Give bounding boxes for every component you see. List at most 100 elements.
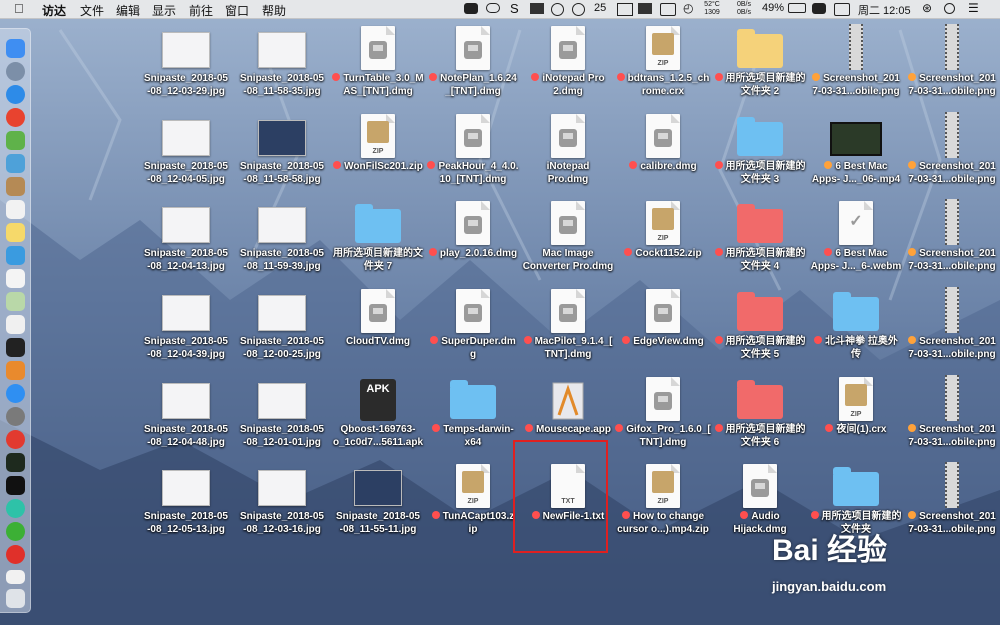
desktop-file-item[interactable]: PeakHour_4_4.0. 10_[TNT].dmg [425,110,521,196]
input-method-icon[interactable] [834,3,850,16]
desktop-file-item[interactable]: 用所选项目新建的 文件夹 2 [712,22,808,108]
desktop-file-item[interactable]: Snipaste_2018-05 -08_12-04-48.jpg [138,373,234,459]
desktop-file-item[interactable]: TurnTable_3.0_M AS_[TNT].dmg [330,22,426,108]
system-preferences-dock-icon[interactable] [6,407,25,426]
desktop-file-item[interactable]: Screenshot_201 7-03-31...obile.png [808,22,904,108]
desktop-file-item[interactable]: ZIP WonFilSc201.zip [330,110,426,196]
textedit-dock-icon[interactable] [6,269,25,288]
desktop-file-item[interactable]: 用所选项目新建的 文件夹 6 [712,373,808,459]
desktop-file-item[interactable]: Snipaste_2018-05 -08_12-04-13.jpg [138,197,234,283]
desktop-file-item[interactable]: Snipaste_2018-05 -08_12-04-39.jpg [138,285,234,371]
desktop-file-item[interactable]: 用所选项目新建的文 件夹 7 [330,197,426,283]
wifi-icon[interactable]: ◴ [683,1,697,15]
desktop-file-item[interactable]: MacPilot_9.1.4_[ TNT].dmg [520,285,616,371]
desktop-file-item[interactable]: NotePlan_1.6.24 _[TNT].dmg [425,22,521,108]
glasses-icon[interactable] [486,3,500,13]
search-app-dock-icon[interactable] [6,246,25,265]
launchpad-dock-icon[interactable] [6,62,25,81]
desktop-file-item[interactable]: Snipaste_2018-05 -08_12-05-13.jpg [138,460,234,546]
desktop-file-item[interactable]: ZIP How to change cursor o...).mp4.zip [615,460,711,546]
calendar-dock-icon[interactable] [6,200,25,219]
menu-app-finder[interactable]: 访达 [42,2,66,19]
desktop-file-item[interactable]: 6 Best Mac Apps- J..._06-.mp4 [808,110,904,196]
desktop-file-item[interactable]: Snipaste_2018-05 -08_12-04-05.jpg [138,110,234,196]
status-app-icon[interactable] [464,3,478,14]
desktop-file-item[interactable]: calibre.dmg [615,110,711,196]
desktop-file-item[interactable]: iNotepad Pro 2.dmg [520,22,616,108]
desktop-file-item[interactable]: Snipaste_2018-05 -08_12-03-29.jpg [138,22,234,108]
desktop-file-item[interactable]: ZIP bdtrans_1.2.5_ch rome.crx [615,22,711,108]
activity-monitor-dock-icon[interactable] [6,453,25,472]
desktop-file-item[interactable]: 用所选项目新建的 文件夹 5 [712,285,808,371]
desktop-file-item[interactable]: SuperDuper.dm g [425,285,521,371]
desktop-file-item[interactable]: Snipaste_2018-05 -08_12-03-16.jpg [234,460,330,546]
desktop-file-item[interactable]: ZIP 夜间(1).crx [808,373,904,459]
books-dock-icon[interactable] [6,361,25,380]
desktop-file-item[interactable]: Screenshot_201 7-03-31...obile.png [904,22,1000,108]
desktop-file-item[interactable]: Snipaste_2018-05 -08_12-00-25.jpg [234,285,330,371]
wechat-dock-icon[interactable] [6,522,25,541]
desktop-file-item[interactable]: Snipaste_2018-05 -08_11-59-39.jpg [234,197,330,283]
desktop-file-item[interactable]: Screenshot_201 7-03-31...obile.png [904,110,1000,196]
desktop-file-item[interactable]: EdgeView.dmg [615,285,711,371]
trash-dock-icon[interactable] [6,589,25,608]
desktop-file-item[interactable]: APK Qboost-169763- o_1c0d7...5611.apk [330,373,426,459]
menu-edit[interactable]: 编辑 [116,2,140,19]
safari-dock-icon[interactable] [6,85,25,104]
finder-dock-icon[interactable] [6,39,25,58]
desktop-file-item[interactable]: Snipaste_2018-05 -08_11-58-35.jpg [234,22,330,108]
netease-music-dock-icon[interactable] [6,545,25,564]
app-store-dock-icon[interactable] [6,384,25,403]
desktop-file-item[interactable]: Snipaste_2018-05 -08_12-01-01.jpg [234,373,330,459]
menu-go[interactable]: 前往 [189,2,213,19]
desktop-file-item[interactable]: Temps-darwin- x64 [425,373,521,459]
desktop-file-item[interactable]: Snipaste_2018-05 -08_11-58-58.jpg [234,110,330,196]
desktop-file-item[interactable]: CloudTV.dmg [330,285,426,371]
s-icon[interactable]: S [510,1,524,16]
grid-app-icon[interactable] [812,3,826,14]
screen-icon[interactable] [638,3,652,14]
app-teal-dock-icon[interactable] [6,499,25,518]
menu-window[interactable]: 窗口 [225,2,249,19]
chat-icon[interactable] [551,3,564,16]
app-red-dock-icon[interactable] [6,108,25,127]
android-dock-icon[interactable] [6,131,25,150]
wechat-icon[interactable] [572,3,585,16]
battery-icon[interactable] [788,3,806,13]
terminal-2-dock-icon[interactable] [6,476,25,495]
desktop-file-item[interactable]: Screenshot_201 7-03-31...obile.png [904,285,1000,371]
desktop-file-item[interactable]: Snipaste_2018-05 -08_11-55-11.jpg [330,460,426,546]
calendar-icon[interactable] [660,3,676,16]
menu-view[interactable]: 显示 [152,2,176,19]
desktop-file-item[interactable]: ZIP Cockt1152.zip [615,197,711,283]
apple-menu-icon[interactable]:  [14,1,24,16]
maps-dock-icon[interactable] [6,292,25,311]
desktop-file-item[interactable]: Screenshot_201 7-03-31...obile.png [904,197,1000,283]
desktop-file-item[interactable]: ✓ 6 Best Mac Apps- J..._6-.webm [808,197,904,283]
menu-list-icon[interactable]: ☰ [968,1,982,15]
bluetooth-icon[interactable]: ⊛ [922,1,936,15]
menu-file[interactable]: 文件 [80,2,104,19]
stickies-dock-icon[interactable] [6,223,25,242]
vivaldi-dock-icon[interactable] [6,430,25,449]
desktop-file-item[interactable]: iNotepad Pro.dmg [520,110,616,196]
desktop-file-item[interactable]: 用所选项目新建的 文件夹 4 [712,197,808,283]
desktop-file-item[interactable]: Screenshot_201 7-03-31...obile.png [904,373,1000,459]
desktop-file-item[interactable]: ZIP TunACapt103.z ip [425,460,521,546]
desktop-file-item[interactable]: 北斗神拳 拉奥外 传 [808,285,904,371]
display-icon[interactable] [617,3,633,16]
desktop-file-item[interactable]: Mac Image Converter Pro.dmg [520,197,616,283]
photos-dock-icon[interactable] [6,315,25,334]
date-time[interactable]: 周二 12:05 [858,2,911,18]
monitor-icon[interactable] [530,3,544,14]
downloads-stack-dock-icon[interactable] [6,570,25,584]
preview-dock-icon[interactable] [6,154,25,173]
terminal-dock-icon[interactable] [6,338,25,357]
desktop-file-item[interactable]: 用所选项目新建的 文件夹 3 [712,110,808,196]
desktop-file-item[interactable]: Gifox_Pro_1.6.0_[ TNT].dmg [615,373,711,459]
menu-help[interactable]: 帮助 [262,2,286,19]
notes-dock-icon[interactable] [6,177,25,196]
search-icon[interactable] [944,3,955,14]
desktop-file-item[interactable]: play_2.0.16.dmg [425,197,521,283]
file-name-label: Mac Image Converter Pro.dmg [520,248,616,273]
